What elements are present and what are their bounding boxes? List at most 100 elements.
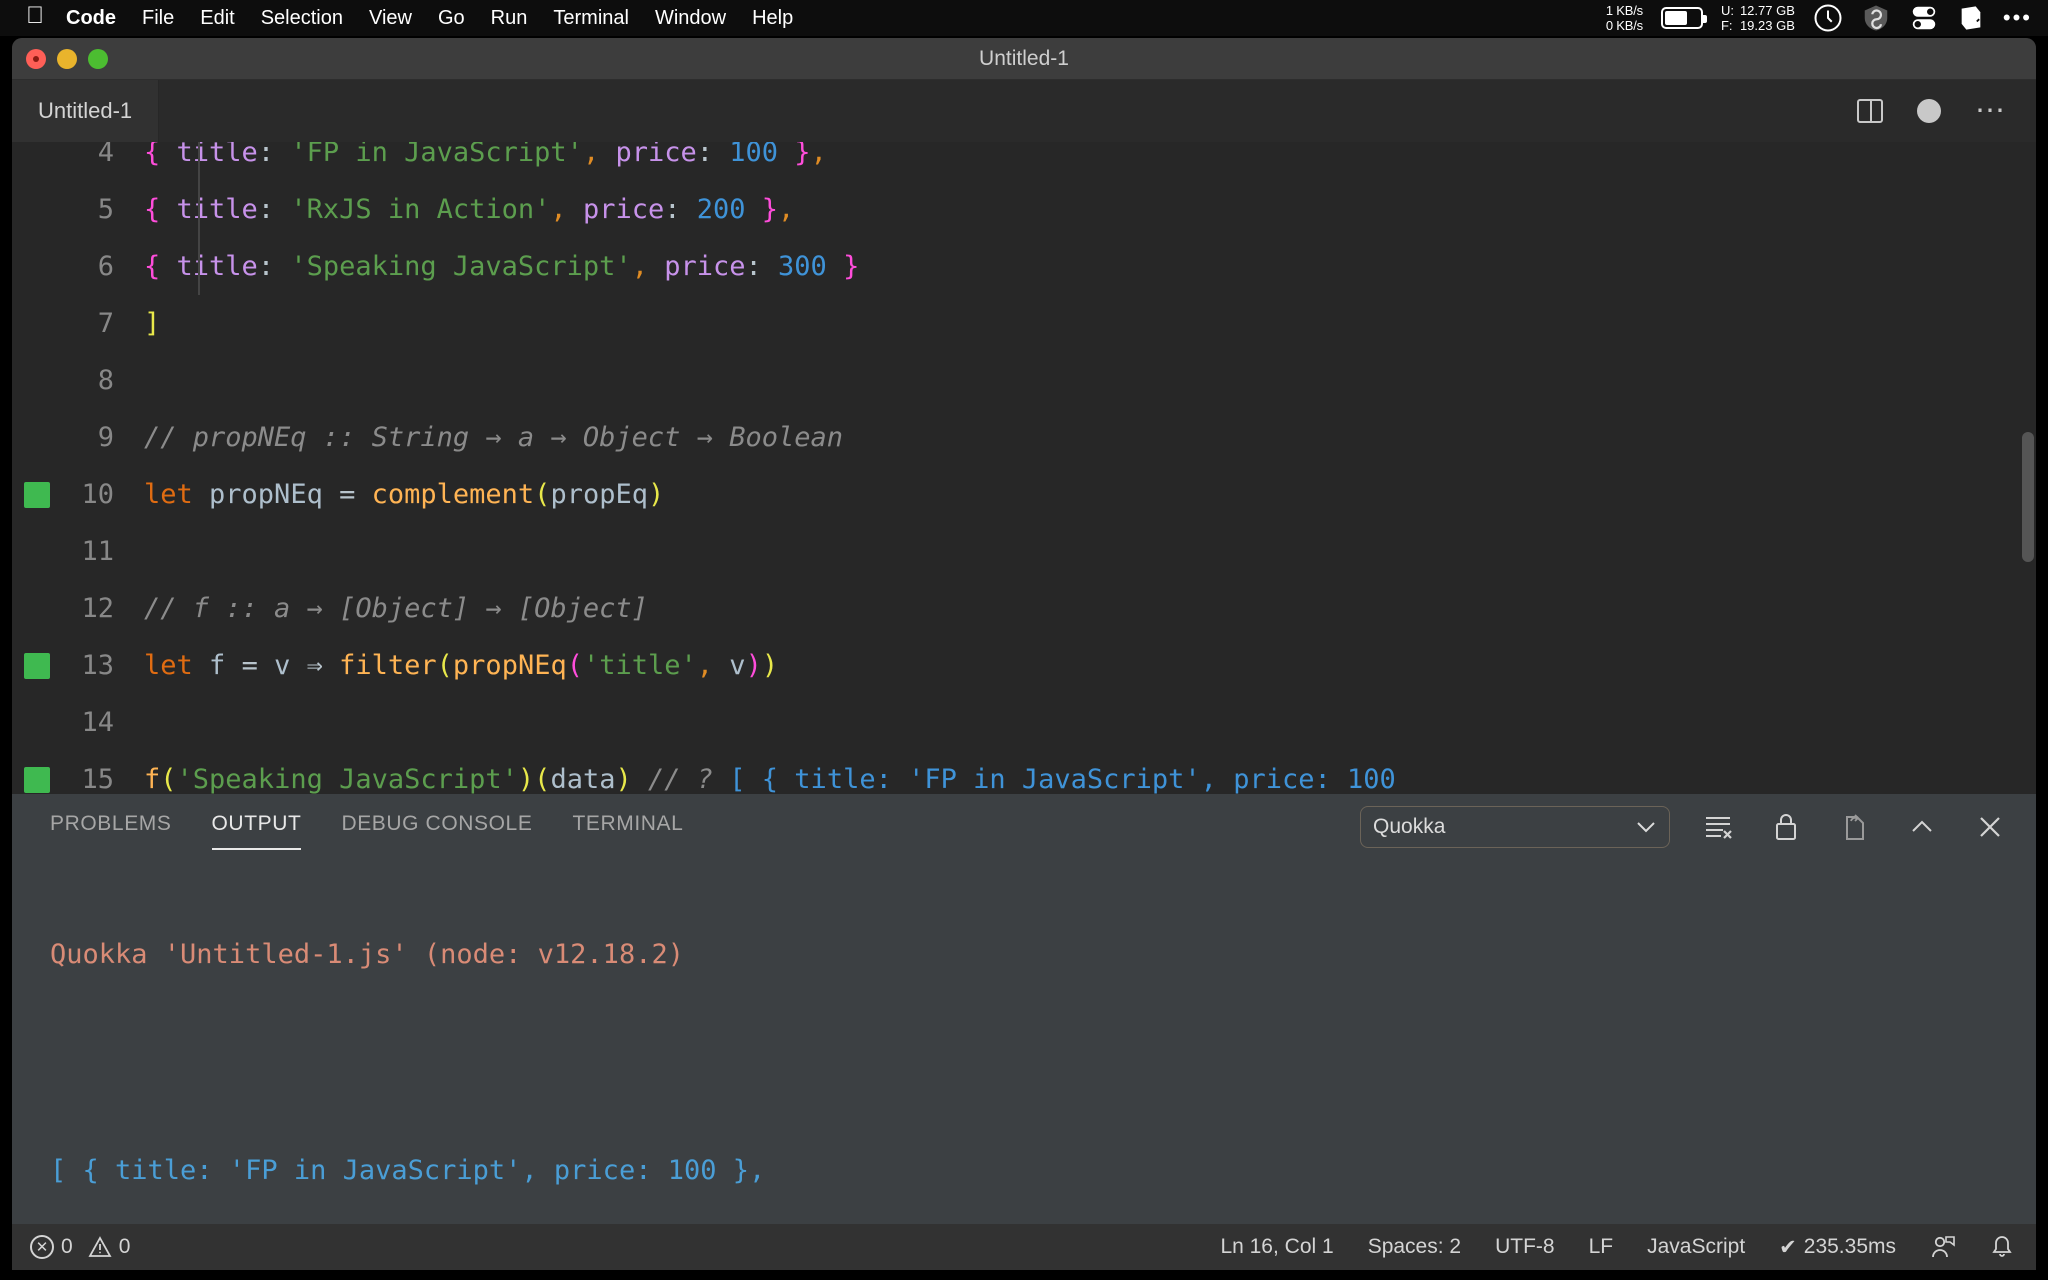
editor-tab-label: Untitled-1	[38, 98, 133, 123]
output-channel-select[interactable]: Quokka	[1360, 806, 1670, 848]
code-token: title	[160, 194, 258, 225]
code-token: 'Speaking JavaScript'	[176, 764, 518, 794]
code-line-8: 8	[12, 352, 2036, 409]
clear-output-icon[interactable]	[1698, 807, 1738, 847]
memory-used-value: 12.77 GB	[1739, 3, 1795, 18]
code-token: :	[257, 194, 291, 225]
status-cursor-position[interactable]: Ln 16, Col 1	[1220, 1235, 1333, 1259]
more-actions-icon[interactable]: ⋯	[1975, 96, 2006, 126]
line-number: 8	[97, 365, 114, 396]
menubar-status-items: 1 KB/s 0 KB/s U: F: 12.77 GB 19.23 GB ••…	[1606, 3, 2048, 33]
code-token: =	[339, 479, 372, 510]
editor-actions: ⋯	[1857, 80, 2036, 142]
error-icon: ✕	[30, 1235, 54, 1259]
menu-item-help[interactable]: Help	[752, 7, 793, 30]
code-token: ,	[582, 142, 600, 168]
open-in-editor-icon[interactable]	[1834, 807, 1874, 847]
editor-scrollbar-thumb[interactable]	[2022, 432, 2034, 562]
output-line: Quokka 'Untitled-1.js' (node: v12.18.2)	[12, 932, 2036, 978]
panel-actions: Quokka	[1360, 806, 2036, 848]
battery-icon[interactable]	[1660, 7, 1707, 29]
output-data-text: [ { title: 'FP in JavaScript', price: 10…	[50, 1155, 766, 1186]
code-token: :	[257, 251, 291, 282]
warning-icon	[88, 1236, 112, 1258]
menu-item-view[interactable]: View	[369, 7, 412, 30]
menu-item-terminal[interactable]: Terminal	[553, 7, 629, 30]
code-token: 'title'	[582, 650, 697, 681]
split-editor-icon[interactable]	[1857, 99, 1883, 123]
code-token: )	[761, 650, 779, 681]
status-bar-right: Ln 16, Col 1 Spaces: 2 UTF-8 LF JavaScri…	[1220, 1234, 2036, 1260]
memory-free-label: F:	[1720, 18, 1733, 33]
quokka-inline-result: [ { title: 'FP in JavaScript', price: 10…	[729, 764, 1396, 794]
line-number: 9	[97, 422, 114, 453]
lock-scroll-icon[interactable]	[1766, 807, 1806, 847]
cube-app-icon[interactable]	[1957, 3, 1985, 33]
code-token: // propNEq :: String → a → Object → Bool…	[144, 422, 843, 453]
tab-debug-console[interactable]: DEBUG CONSOLE	[341, 794, 532, 860]
output-line: [ { title: 'FP in JavaScript', price: 10…	[12, 1148, 2036, 1194]
output-content[interactable]: Quokka 'Untitled-1.js' (node: v12.18.2) …	[12, 860, 2036, 1224]
menu-item-selection[interactable]: Selection	[261, 7, 343, 30]
code-token: // ?	[631, 764, 730, 794]
code-token: 300	[778, 251, 827, 282]
code-token: complement	[371, 479, 535, 510]
menu-item-window[interactable]: Window	[655, 7, 726, 30]
memory-stats-indicator[interactable]: U: F: 12.77 GB 19.23 GB	[1721, 3, 1795, 33]
code-token: let	[144, 479, 193, 510]
status-quokka-time[interactable]: ✔ 235.35ms	[1779, 1235, 1896, 1260]
status-problems[interactable]: ✕ 0 0	[30, 1235, 130, 1259]
network-upload-speed: 1 KB/s	[1605, 3, 1643, 18]
status-indentation[interactable]: Spaces: 2	[1368, 1235, 1461, 1259]
code-token: (	[566, 650, 583, 681]
window-title: Untitled-1	[979, 46, 1069, 70]
code-line-14: 14	[12, 694, 2036, 751]
menu-item-file[interactable]: File	[142, 7, 174, 30]
menu-item-go[interactable]: Go	[438, 7, 465, 30]
status-eol[interactable]: LF	[1589, 1235, 1614, 1259]
code-token: 'RxJS in Action'	[290, 194, 551, 225]
code-token: f	[192, 650, 242, 681]
code-line-13: 13 let f = v ⇒ filter(propNEq('title', v…	[12, 637, 2036, 694]
apple-logo-icon[interactable]: 	[26, 4, 44, 28]
code-token: price	[566, 194, 665, 225]
collapse-panel-icon[interactable]	[1902, 807, 1942, 847]
tab-output[interactable]: OUTPUT	[211, 794, 302, 860]
line-number: 4	[97, 142, 114, 168]
code-token: let	[144, 650, 193, 681]
notifications-bell-icon[interactable]	[1990, 1234, 2014, 1260]
unsaved-dot-icon[interactable]	[1917, 99, 1941, 123]
code-token: ,	[778, 194, 795, 225]
line-number: 5	[97, 194, 114, 225]
vscode-window: Untitled-1 Untitled-1 ⋯ 4 { title: 'FP i…	[12, 38, 2036, 1270]
live-share-icon[interactable]	[1930, 1234, 1956, 1260]
line-number: 6	[97, 251, 114, 282]
clock-icon[interactable]	[1813, 3, 1843, 33]
code-editor[interactable]: 4 { title: 'FP in JavaScript', price: 10…	[12, 142, 2036, 794]
control-center-icon[interactable]: •••	[2003, 7, 2032, 29]
vpn-shield-icon[interactable]	[1861, 3, 1891, 33]
status-language-mode[interactable]: JavaScript	[1647, 1235, 1745, 1259]
code-token: }	[745, 194, 779, 225]
editor-tab-untitled-1[interactable]: Untitled-1	[12, 80, 160, 142]
status-encoding[interactable]: UTF-8	[1495, 1235, 1555, 1259]
bottom-panel: PROBLEMS OUTPUT DEBUG CONSOLE TERMINAL Q…	[12, 794, 2036, 1224]
tab-terminal[interactable]: TERMINAL	[572, 794, 683, 860]
status-bar-left: ✕ 0 0	[12, 1235, 130, 1259]
toggle-switches-icon[interactable]	[1909, 3, 1939, 33]
close-panel-icon[interactable]	[1970, 807, 2010, 847]
menu-item-edit[interactable]: Edit	[200, 7, 234, 30]
code-token: 200	[696, 194, 746, 225]
code-token: // f :: a → [Object] → [Object]	[144, 593, 648, 624]
code-token: title	[160, 251, 258, 282]
error-count: 0	[61, 1235, 73, 1258]
code-token: )	[647, 479, 665, 510]
menu-item-code[interactable]: Code	[66, 7, 116, 30]
code-token: ,	[696, 650, 714, 681]
code-token: v	[713, 650, 746, 681]
code-token: title	[160, 142, 258, 168]
menu-item-run[interactable]: Run	[491, 7, 528, 30]
indent-guide	[198, 238, 200, 295]
tab-problems[interactable]: PROBLEMS	[50, 794, 172, 860]
network-speed-indicator[interactable]: 1 KB/s 0 KB/s	[1606, 3, 1643, 33]
